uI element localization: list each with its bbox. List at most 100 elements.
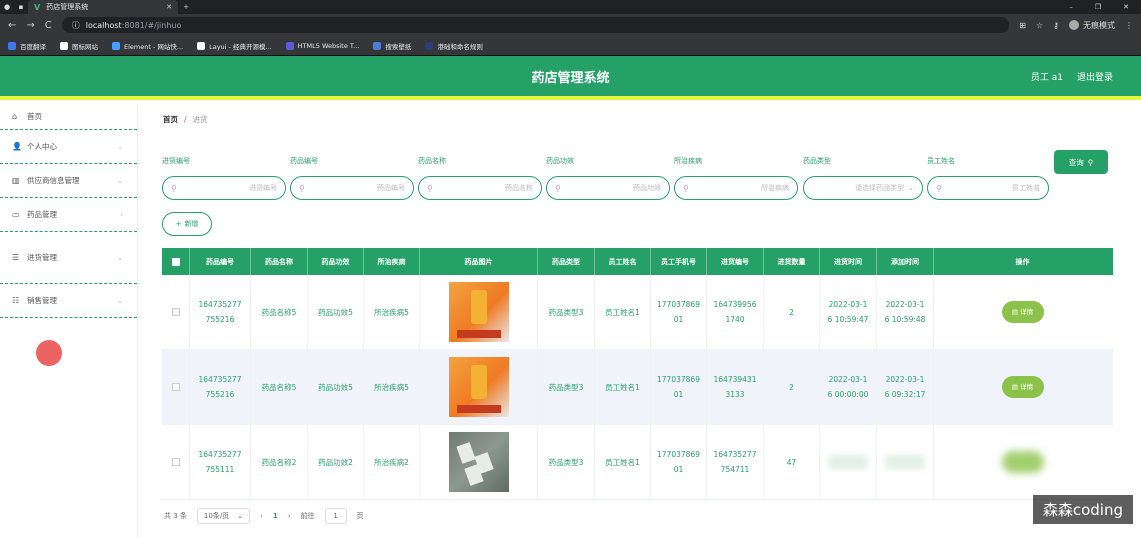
search-button[interactable]: 查询 ⚲ <box>1054 150 1108 174</box>
row-checkbox[interactable] <box>171 383 180 391</box>
cell-drug-type: 药品类型3 <box>538 425 595 499</box>
mouse-cursor-highlight <box>36 340 62 366</box>
close-tab-icon[interactable]: ✕ <box>166 3 172 11</box>
col-header: 操作 <box>1015 257 1030 266</box>
watermark: 森森coding <box>1032 495 1133 524</box>
detail-button[interactable]: ▤ 详情 <box>1001 376 1044 398</box>
add-button[interactable]: + 新增 <box>162 212 212 236</box>
cell-drug-code: 164735277 755111 <box>190 425 251 499</box>
prev-page-icon[interactable]: ‹ <box>260 512 263 520</box>
cell-purchase-no: 164739956 1740 <box>707 275 764 349</box>
col-header: 所治疾病 <box>364 248 420 275</box>
drug-image[interactable] <box>448 357 509 417</box>
bookmarks-bar: 百度翻译 图标网站 Element - 网站快... Layui - 经典开源模...… <box>0 36 1141 56</box>
cell-drug-image <box>420 425 538 499</box>
next-page-icon[interactable]: › <box>288 512 291 520</box>
sidebar-item-purchase[interactable]: ☰ 进货管理 ⌄ <box>0 232 137 284</box>
breadcrumb-home[interactable]: 首页 <box>163 114 178 125</box>
window-close-icon[interactable]: ✕ <box>1123 3 1129 11</box>
cell-drug-effect: 药品功效5 <box>308 275 364 349</box>
browser-tab[interactable]: V 药店管理系统 ✕ <box>28 0 178 14</box>
cell-drug-code: 164735277 755216 <box>190 275 251 349</box>
cell-drug-effect: 药品功效5 <box>308 350 364 424</box>
cell-purchase-no: 164739431 3133 <box>707 350 764 424</box>
disease-input[interactable]: ⚲ 所治疾病 <box>674 176 798 200</box>
cell-add-time: 2022-03-1 6 09:32:17 <box>877 350 934 424</box>
bookmark-item[interactable]: 图标网站 <box>60 41 98 51</box>
bookmark-item[interactable]: Element - 网站快... <box>112 41 183 51</box>
drug-type-select[interactable]: 请选择药品类型 ⌄ <box>803 176 923 200</box>
minimize-icon[interactable]: – <box>1069 3 1073 11</box>
detail-button[interactable]: ▤ 详情 <box>1001 301 1044 323</box>
incognito-icon <box>1069 20 1079 30</box>
browser-menu-icon[interactable]: ● <box>0 0 14 14</box>
cell-staff-name: 员工姓名1 <box>595 425 651 499</box>
search-icon: ⚲ <box>171 183 177 193</box>
url-input[interactable]: ⓘ localhost:8081/#/jinhuo <box>61 17 1010 33</box>
page-number[interactable]: 1 <box>273 512 278 520</box>
bookmark-icon <box>197 41 206 50</box>
col-header: 进货编号 <box>707 248 764 275</box>
col-header: 进货数量 <box>764 248 820 275</box>
cell-staff-phone: 177037869 01 <box>651 275 707 349</box>
row-checkbox[interactable] <box>171 308 180 316</box>
cell-add-time <box>877 425 934 499</box>
search-icon: ⚲ <box>427 183 433 193</box>
restore-icon[interactable]: ❐ <box>1095 3 1101 11</box>
star-icon[interactable]: ☆ <box>1036 21 1043 30</box>
col-header: 添加时间 <box>877 248 934 275</box>
detail-button[interactable] <box>1001 451 1044 473</box>
sidebar-item-home[interactable]: ⌂ 首页 <box>0 104 137 130</box>
purchase-no-input[interactable]: ⚲ 进货编号 <box>162 176 286 200</box>
sidebar-item-profile[interactable]: 👤 个人中心 ⌄ <box>0 130 137 164</box>
pagination: 共 3 条 10条/页 ⌄ ‹ 1 › 前往 1 页 <box>164 508 364 524</box>
staff-name-input[interactable]: ⚲ 员工姓名 <box>927 176 1049 200</box>
forward-icon[interactable]: → <box>26 20 34 31</box>
goto-page-input[interactable]: 1 <box>324 508 347 524</box>
drug-name-input[interactable]: ⚲ 药品名称 <box>418 176 542 200</box>
cell-drug-name: 药品名称2 <box>251 425 308 499</box>
bookmark-item[interactable]: 搜索壁纸 <box>373 41 411 51</box>
col-header: 进货时间 <box>820 248 877 275</box>
reload-icon[interactable]: C <box>45 20 52 31</box>
browser-tab-strip: ● ▪ V 药店管理系统 ✕ + – ❐ ✕ <box>0 0 1141 14</box>
sidebar: ⌂ 首页 👤 个人中心 ⌄ ▥ 供应商信息管理 ⌄ ▭ 药品管理 › ☰ 进货管… <box>0 104 138 538</box>
translate-icon[interactable]: ⊞ <box>1019 21 1026 30</box>
sidebar-item-drugs[interactable]: ▭ 药品管理 › <box>0 198 137 232</box>
new-tab-icon[interactable]: + <box>178 3 194 11</box>
page-size-select[interactable]: 10条/页 ⌄ <box>196 508 251 524</box>
select-all-checkbox[interactable] <box>171 257 180 266</box>
bookmark-item[interactable]: 港础和命名规则 <box>425 41 483 51</box>
key-icon[interactable]: ⚷ <box>1053 21 1059 30</box>
back-icon[interactable]: ← <box>8 20 16 31</box>
app-icon[interactable]: ▪ <box>14 0 28 14</box>
cell-purchase-time: 2022-03-1 6 00:00:00 <box>820 350 877 424</box>
total-count: 共 3 条 <box>164 512 187 520</box>
cell-drug-type: 药品类型3 <box>538 350 595 424</box>
page-title: 药店管理系统 <box>531 70 610 86</box>
bookmark-item[interactable]: Layui - 经典开源模... <box>197 41 272 51</box>
col-header: 药品功效 <box>308 248 364 275</box>
bookmark-item[interactable]: 百度翻译 <box>8 41 46 51</box>
bookmark-icon <box>373 41 382 50</box>
sidebar-item-supplier[interactable]: ▥ 供应商信息管理 ⌄ <box>0 164 137 198</box>
col-header: 药品图片 <box>420 248 538 275</box>
more-icon[interactable]: ⋮ <box>1125 21 1133 30</box>
drug-effect-input[interactable]: ⚲ 药品功效 <box>546 176 670 200</box>
incognito-profile[interactable]: 无痕模式 <box>1069 20 1115 31</box>
cell-qty: 2 <box>764 275 820 349</box>
cell-actions: ▤ 详情 <box>934 350 1111 424</box>
sidebar-item-sales[interactable]: ☷ 销售管理 ⌄ <box>0 284 137 318</box>
cell-drug-type: 药品类型3 <box>538 275 595 349</box>
user-icon: 👤 <box>12 142 22 151</box>
col-header: 药品名称 <box>251 248 308 275</box>
drug-image[interactable] <box>448 282 509 342</box>
drug-code-input[interactable]: ⚲ 药品编号 <box>290 176 414 200</box>
bookmark-item[interactable]: HTML5 Website T... <box>285 41 359 50</box>
row-checkbox[interactable] <box>171 458 180 466</box>
vue-icon: V <box>34 2 41 12</box>
drug-image[interactable] <box>448 432 509 492</box>
logout-link[interactable]: 退出登录 <box>1077 70 1113 83</box>
table-row: 164735277 755216 药品名称5 药品功效5 所治疾病5 药品类型3… <box>162 350 1113 425</box>
current-user: 员工 a1 <box>1030 72 1063 83</box>
